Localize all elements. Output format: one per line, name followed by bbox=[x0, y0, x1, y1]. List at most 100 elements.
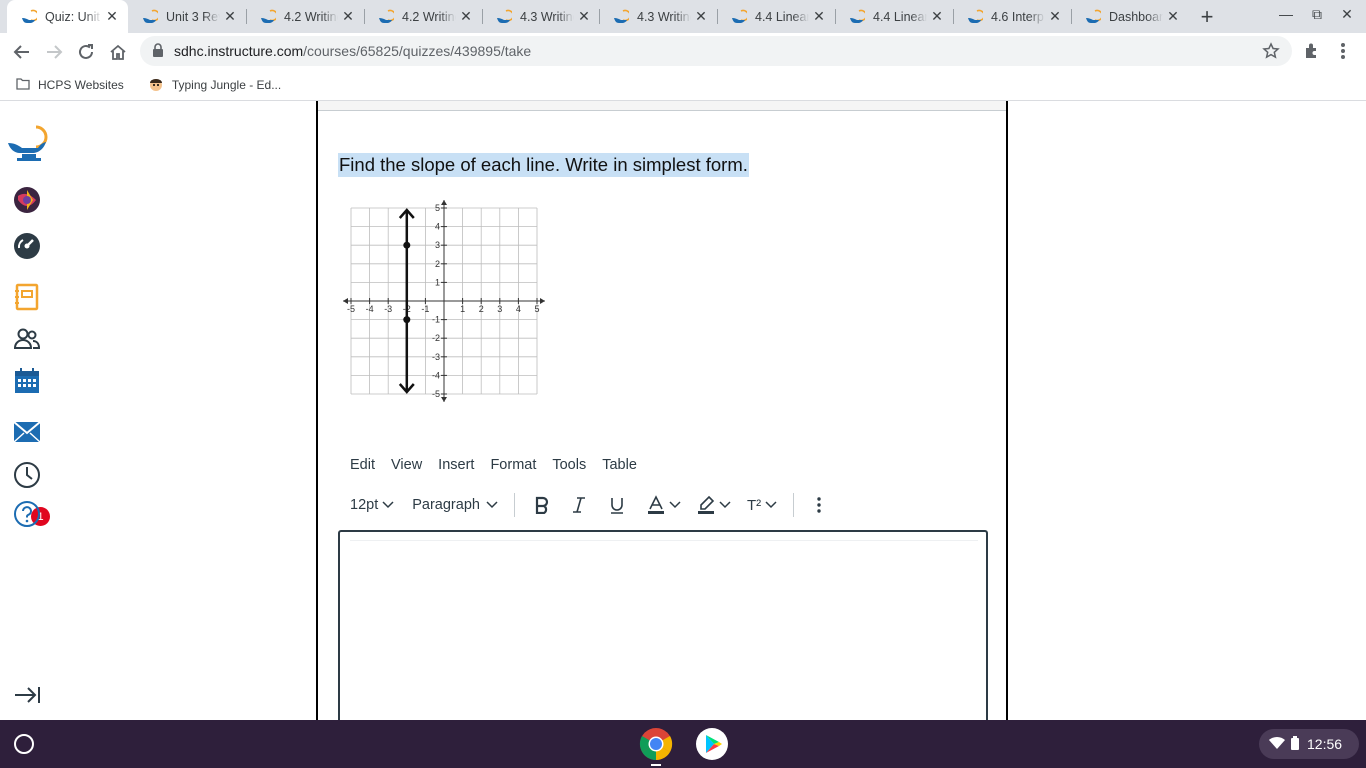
block-format-dropdown[interactable]: Paragraph bbox=[412, 497, 498, 513]
underline-icon bbox=[610, 498, 623, 514]
canvas-favicon-icon bbox=[850, 9, 865, 23]
tab-separator bbox=[953, 9, 954, 24]
account-avatar[interactable] bbox=[11, 184, 43, 216]
running-indicator bbox=[651, 764, 661, 766]
canvas-favicon-icon bbox=[379, 9, 394, 23]
bold-button[interactable] bbox=[533, 496, 551, 514]
inbox-icon[interactable] bbox=[11, 414, 43, 446]
browser-tab[interactable]: 4.4 Linear ✕ bbox=[717, 0, 835, 33]
x-tick-label: 4 bbox=[516, 304, 521, 314]
tab-close-icon[interactable]: ✕ bbox=[809, 8, 829, 25]
dashboard-icon[interactable] bbox=[11, 230, 43, 262]
play-store-icon[interactable] bbox=[695, 727, 729, 766]
menu-table[interactable]: Table bbox=[602, 457, 637, 473]
y-tick-label: 5 bbox=[435, 203, 440, 213]
calendar-icon[interactable] bbox=[11, 365, 43, 397]
chevron-down-icon bbox=[382, 497, 394, 513]
highlighter-icon bbox=[697, 495, 715, 514]
menu-kebab-icon[interactable] bbox=[1335, 41, 1351, 66]
browser-tab[interactable]: Quiz: Unit 3✕ bbox=[7, 0, 128, 33]
underline-button[interactable] bbox=[609, 496, 625, 514]
help-icon[interactable] bbox=[11, 498, 43, 530]
launcher-icon[interactable] bbox=[14, 734, 34, 754]
superscript-button[interactable]: T² bbox=[747, 497, 777, 514]
status-tray[interactable]: 12:56 bbox=[1259, 729, 1359, 759]
clock-time: 12:56 bbox=[1307, 736, 1343, 752]
bookmark-label: HCPS Websites bbox=[38, 78, 124, 92]
lock-icon bbox=[152, 42, 166, 60]
close-window-icon[interactable]: ✕ bbox=[1337, 6, 1357, 23]
y-tick-label: -1 bbox=[432, 315, 440, 325]
italic-button[interactable] bbox=[571, 496, 587, 514]
back-icon[interactable] bbox=[11, 41, 33, 63]
coordinate-graph: -5-4-3-2-11234554321-1-2-3-4-5 bbox=[343, 200, 545, 402]
chevron-down-icon bbox=[719, 497, 731, 513]
forward-icon[interactable] bbox=[43, 41, 65, 63]
tab-close-icon[interactable]: ✕ bbox=[456, 8, 476, 25]
block-format-value: Paragraph bbox=[412, 497, 480, 513]
browser-tab[interactable]: 4.4 Linear ✕ bbox=[835, 0, 953, 33]
menu-view[interactable]: View bbox=[391, 457, 422, 473]
more-options-button[interactable] bbox=[816, 496, 822, 514]
y-tick-label: 3 bbox=[435, 240, 440, 250]
reload-icon[interactable] bbox=[75, 41, 97, 63]
restore-icon[interactable]: ⧉ bbox=[1307, 6, 1327, 23]
graph-point bbox=[403, 316, 411, 324]
canvas-favicon-icon bbox=[497, 9, 512, 23]
browser-tab[interactable]: 4.3 Writing ✕ bbox=[482, 0, 600, 33]
y-axis-arrow bbox=[441, 200, 447, 205]
browser-tab[interactable]: 4.2 Writing ✕ bbox=[246, 0, 364, 33]
editor-toolbar: 12pt Paragraph T² bbox=[340, 489, 990, 521]
canvas-favicon-icon bbox=[968, 9, 983, 23]
tab-close-icon[interactable]: ✕ bbox=[1163, 8, 1183, 25]
superscript-icon: T² bbox=[746, 496, 762, 514]
tab-close-icon[interactable]: ✕ bbox=[1045, 8, 1065, 25]
tab-title: 4.6 Interp bbox=[991, 9, 1044, 24]
highlight-color-button[interactable] bbox=[697, 495, 731, 515]
tab-close-icon[interactable]: ✕ bbox=[691, 8, 711, 25]
minimize-icon[interactable]: — bbox=[1276, 6, 1296, 22]
bookmark-hcps-websites[interactable]: HCPS Websites bbox=[16, 77, 124, 93]
answer-editor[interactable] bbox=[338, 530, 988, 730]
y-tick-label: -5 bbox=[432, 389, 440, 399]
collapse-nav-icon[interactable] bbox=[11, 679, 43, 711]
canvas-favicon-icon bbox=[261, 9, 276, 23]
groups-icon[interactable] bbox=[11, 323, 43, 355]
font-size-dropdown[interactable]: 12pt bbox=[350, 497, 394, 513]
extensions-icon[interactable] bbox=[1302, 41, 1322, 66]
chrome-icon[interactable] bbox=[639, 727, 673, 766]
url-path: /courses/65825/quizzes/439895/take bbox=[303, 43, 532, 59]
tab-close-icon[interactable]: ✕ bbox=[574, 8, 594, 25]
toolbar-divider bbox=[513, 493, 515, 517]
tab-close-icon[interactable]: ✕ bbox=[102, 8, 122, 25]
x-axis-arrow bbox=[540, 298, 545, 304]
browser-tab[interactable]: 4.3 Writing ✕ bbox=[599, 0, 717, 33]
x-tick-label: 5 bbox=[534, 304, 539, 314]
browser-tab[interactable]: 4.6 Interp ✕ bbox=[953, 0, 1071, 33]
browser-tab[interactable]: 4.2 Writing ✕ bbox=[364, 0, 482, 33]
browser-tab[interactable]: Dashboard✕ bbox=[1071, 0, 1189, 33]
canvas-lamp-logo-icon[interactable] bbox=[4, 123, 54, 163]
address-bar[interactable]: sdhc.instructure.com/courses/65825/quizz… bbox=[140, 36, 1292, 66]
tab-close-icon[interactable]: ✕ bbox=[927, 8, 947, 25]
new-tab-button[interactable]: + bbox=[1195, 4, 1219, 30]
bookmark-star-icon[interactable] bbox=[1262, 42, 1280, 63]
tab-title: Quiz: Unit 3 bbox=[45, 9, 102, 24]
home-icon[interactable] bbox=[107, 41, 129, 63]
menu-insert[interactable]: Insert bbox=[438, 457, 474, 473]
menu-edit[interactable]: Edit bbox=[350, 457, 375, 473]
menu-tools[interactable]: Tools bbox=[552, 457, 586, 473]
x-tick-label: -4 bbox=[366, 304, 374, 314]
tab-close-icon[interactable]: ✕ bbox=[338, 8, 358, 25]
browser-tab[interactable]: Unit 3 Review✕ bbox=[128, 0, 246, 33]
history-icon[interactable] bbox=[11, 459, 43, 491]
bookmark-typing-jungle[interactable]: Typing Jungle - Ed... bbox=[148, 76, 281, 95]
tab-close-icon[interactable]: ✕ bbox=[220, 8, 240, 25]
tab-separator bbox=[835, 9, 836, 24]
menu-format[interactable]: Format bbox=[490, 457, 536, 473]
folder-icon bbox=[16, 77, 30, 93]
y-tick-label: -2 bbox=[432, 333, 440, 343]
text-color-button[interactable] bbox=[647, 495, 681, 515]
courses-icon[interactable] bbox=[11, 281, 43, 313]
graph-point bbox=[403, 241, 411, 249]
